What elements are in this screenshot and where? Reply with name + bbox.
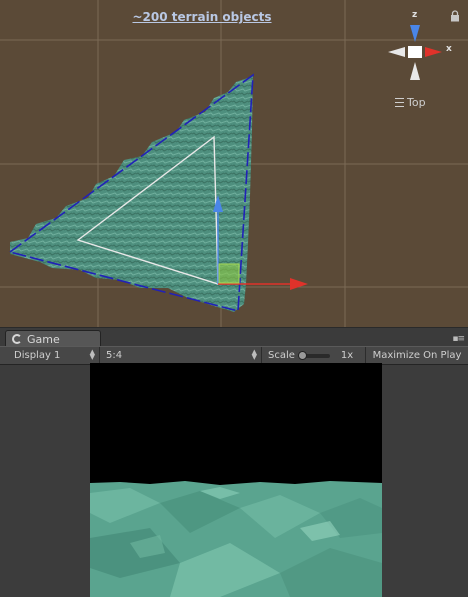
- game-controller-icon: [12, 334, 22, 344]
- gizmo-z-cone: [410, 25, 420, 42]
- scene-view[interactable]: ~200 terrain objects z x Top: [0, 0, 468, 327]
- game-panel: Game ▪≡ Display 1 ▲ ▼ 5:4 ▲ ▼ Scale 1x Max…: [0, 327, 468, 597]
- lock-icon[interactable]: [450, 10, 460, 22]
- aspect-dropdown[interactable]: 5:4 ▲ ▼: [100, 347, 262, 364]
- orientation-gizmo[interactable]: z x: [384, 10, 452, 88]
- scale-slider-knob[interactable]: [297, 350, 307, 360]
- gizmo-center-cube: [408, 46, 422, 58]
- tab-game-label: Game: [27, 332, 60, 346]
- gizmo-x-label: x: [446, 44, 452, 54]
- panel-menu-icon[interactable]: ▪≡: [452, 334, 465, 344]
- display-dropdown-value: Display 1: [14, 350, 61, 361]
- gizmo-graphic[interactable]: [384, 10, 444, 88]
- view-mode-text: Top: [407, 96, 426, 109]
- gizmo-z-label: z: [412, 10, 418, 20]
- dropdown-arrows-icon: ▲ ▼: [251, 348, 257, 361]
- gizmo-neg-z-cone: [410, 62, 420, 80]
- game-viewport[interactable]: [90, 363, 382, 597]
- maximize-on-play-toggle[interactable]: Maximize On Play: [366, 347, 468, 364]
- tab-game[interactable]: Game: [5, 330, 101, 347]
- gizmo-x-cone: [425, 47, 442, 57]
- scale-label: Scale: [268, 350, 295, 361]
- aspect-dropdown-value: 5:4: [106, 350, 123, 361]
- dropdown-arrows-icon: ▲ ▼: [89, 348, 95, 361]
- move-arrow-x-icon: [290, 278, 308, 290]
- move-plane-handle: [218, 263, 240, 284]
- gizmo-neg-x-cone: [388, 47, 405, 57]
- display-dropdown[interactable]: Display 1 ▲ ▼: [8, 347, 100, 364]
- view-menu-icon: [395, 98, 404, 107]
- scale-slider[interactable]: [297, 350, 330, 360]
- game-render: [90, 363, 382, 597]
- view-mode-label[interactable]: Top: [395, 96, 426, 109]
- scale-control: Scale 1x: [262, 347, 366, 364]
- tab-bar: Game ▪≡: [0, 327, 468, 347]
- scene-title[interactable]: ~200 terrain objects: [0, 10, 404, 24]
- scale-value: 1x: [340, 350, 354, 361]
- terrain-objects: [10, 76, 253, 312]
